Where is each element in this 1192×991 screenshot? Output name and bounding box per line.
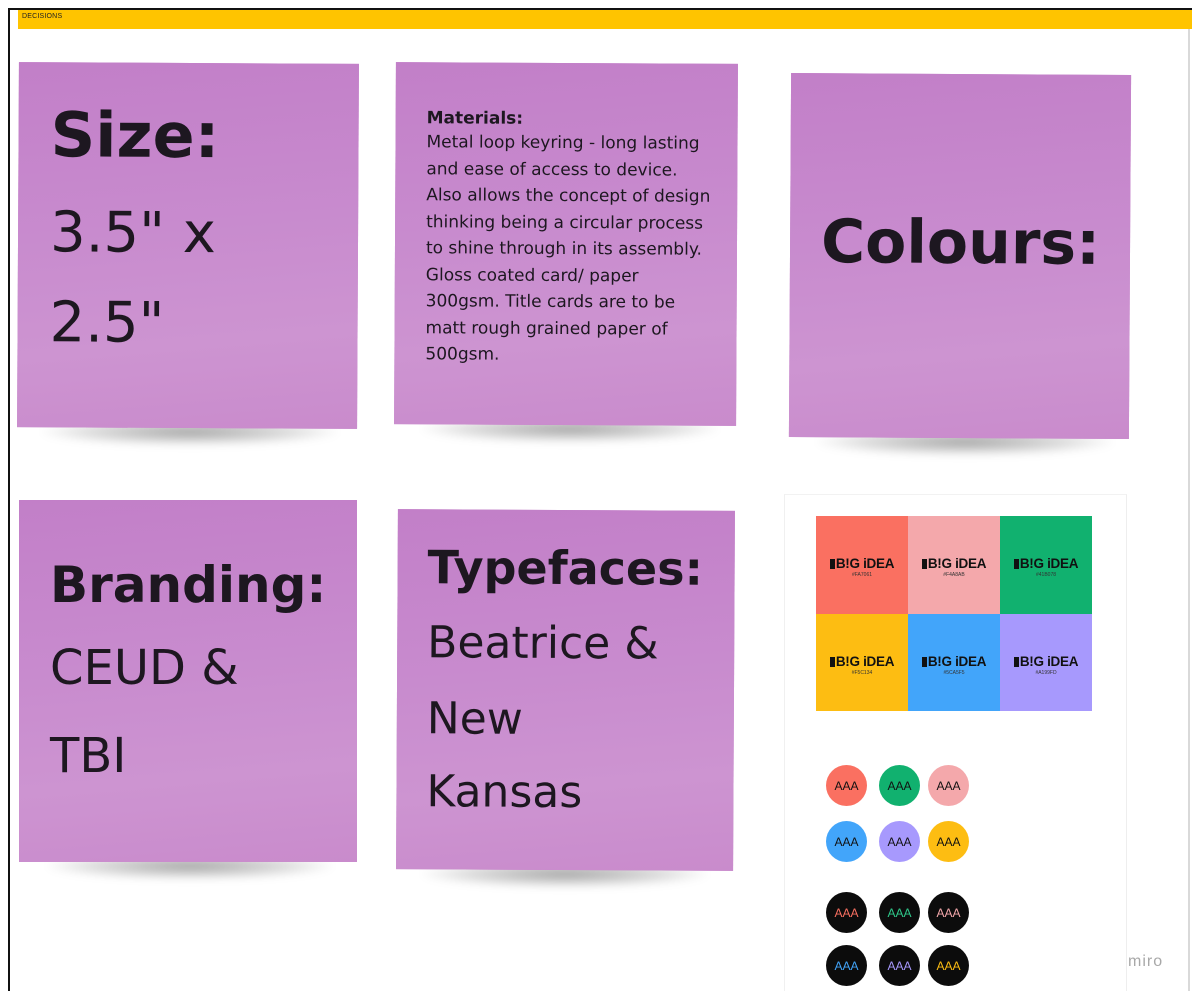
brand-logo: B!G iDEA: [816, 654, 908, 669]
swatch: B!G iDEA #FA7061: [816, 516, 908, 614]
contrast-dot: AAA: [879, 821, 920, 862]
note-line: matt rough grained paper of: [425, 317, 668, 340]
swatch: B!G iDEA #5CA5F5: [908, 613, 1000, 711]
miro-logo: miro: [1128, 953, 1164, 970]
swatch-hex: #5CA5F5: [943, 669, 965, 676]
note-heading: Typefaces:: [427, 540, 704, 596]
contrast-dot: AAA: [928, 892, 969, 933]
note-text: CEUD &: [50, 640, 239, 696]
note-line: Gloss coated card/ paper: [425, 264, 639, 286]
brand-logo: B!G iDEA: [1000, 556, 1092, 571]
sticky-note-size[interactable]: Size: 3.5" x 2.5": [17, 62, 359, 429]
note-text: New: [426, 693, 523, 745]
swatch-hex: #F5C134: [851, 669, 873, 676]
swatch-hex: #F4A8AB: [943, 572, 965, 578]
swatch: B!G iDEA #F4A8AB: [908, 516, 1000, 614]
contrast-dot: AAA: [879, 765, 920, 806]
note-text: 3.5" x: [49, 200, 216, 267]
note-line: 500gsm.: [425, 344, 500, 365]
contrast-dot: AAA: [826, 765, 867, 806]
swatch: B!G iDEA #41B078: [1000, 516, 1092, 614]
note-text: TBI: [50, 728, 127, 784]
logo-mark-icon: [829, 559, 835, 569]
note-line: 300gsm. Title cards are to be: [425, 291, 676, 313]
brand-logo: B!G iDEA: [908, 654, 1000, 669]
swatch-hex: #FA7061: [851, 572, 873, 578]
frame-title[interactable]: DECISIONS: [22, 13, 62, 20]
note-text: Kansas: [426, 766, 583, 819]
contrast-dot: AAA: [879, 945, 920, 986]
contrast-dot: AAA: [879, 892, 920, 933]
swatch: B!G iDEA #F5C134: [816, 613, 908, 711]
note-line: Metal loop keyring - long lasting: [426, 132, 700, 154]
note-body: Metal loop keyring - long lasting and ea…: [425, 129, 726, 369]
colour-palette-image[interactable]: B!G iDEA #FA7061 B!G iDEA #F4A8AB B!G iD…: [784, 494, 1127, 991]
note-heading: Size:: [50, 98, 220, 173]
frame-header[interactable]: DECISIONS: [18, 10, 1192, 29]
brand-logo: B!G iDEA: [816, 556, 908, 571]
swatch-hex: #41B078: [1035, 572, 1057, 578]
note-heading: Materials:: [426, 108, 524, 129]
contrast-dot: AAA: [826, 892, 867, 933]
note-text: Beatrice &: [427, 617, 659, 670]
sticky-note-typefaces[interactable]: Typefaces: Beatrice & New Kansas: [396, 509, 735, 871]
note-line: thinking being a circular process: [426, 211, 704, 234]
note-heading: Colours:: [820, 207, 1101, 279]
logo-mark-icon: [921, 559, 927, 569]
brand-logo: B!G iDEA: [908, 556, 1000, 571]
swatch-grid: B!G iDEA #FA7061 B!G iDEA #F4A8AB B!G iD…: [816, 516, 1092, 711]
sticky-note-materials[interactable]: Materials: Metal loop keyring - long las…: [394, 62, 738, 426]
logo-mark-icon: [829, 656, 835, 667]
note-heading: Branding:: [50, 556, 327, 614]
frame-edge: [1188, 29, 1190, 991]
note-line: and ease of access to device.: [426, 158, 678, 181]
note-line: Also allows the concept of design: [426, 185, 711, 207]
note-text: 2.5": [49, 290, 165, 356]
contrast-dot: AAA: [928, 945, 969, 986]
contrast-dot: AAA: [928, 765, 969, 806]
sticky-note-colours[interactable]: Colours:: [788, 72, 1132, 440]
brand-logo: B!G iDEA: [1000, 654, 1092, 669]
logo-mark-icon: [1013, 656, 1019, 667]
contrast-dot: AAA: [928, 821, 969, 862]
sticky-note-branding[interactable]: Branding: CEUD & TBI: [19, 500, 357, 862]
contrast-dot: AAA: [826, 945, 867, 986]
swatch-hex: #A199FD: [1035, 669, 1057, 676]
note-line: to shine through in its assembly.: [425, 238, 702, 260]
contrast-dot: AAA: [826, 821, 867, 862]
swatch: B!G iDEA #A199FD: [1000, 613, 1092, 711]
logo-mark-icon: [921, 656, 927, 667]
logo-mark-icon: [1013, 559, 1019, 569]
